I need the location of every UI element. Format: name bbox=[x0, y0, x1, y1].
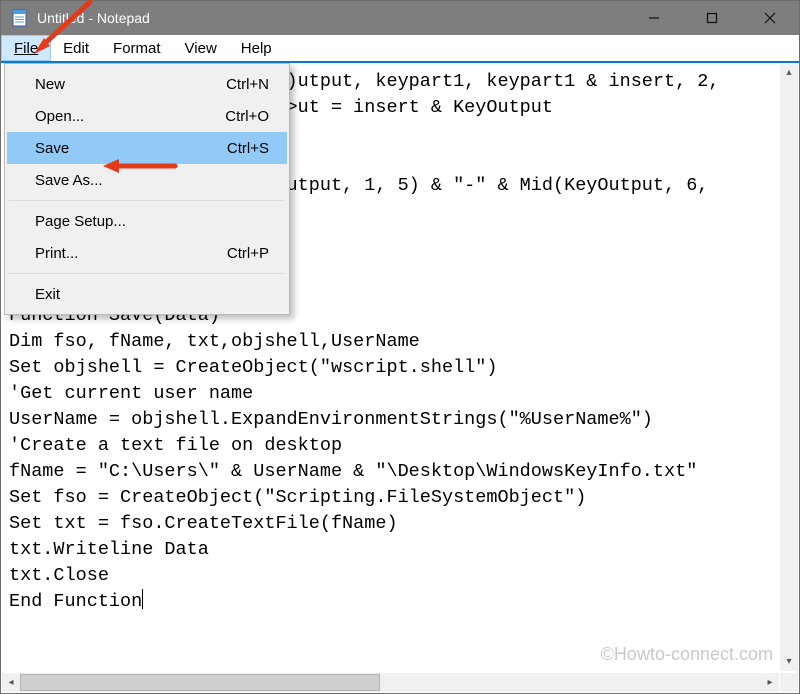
file-menu-exit[interactable]: Exit bbox=[7, 278, 287, 310]
menubar: File Edit Format View Help bbox=[1, 35, 799, 63]
menu-edit[interactable]: Edit bbox=[51, 35, 101, 61]
text-caret bbox=[142, 589, 143, 609]
notepad-icon bbox=[11, 9, 29, 27]
menu-file[interactable]: File bbox=[1, 35, 51, 61]
menu-format[interactable]: Format bbox=[101, 35, 173, 61]
vertical-scrollbar[interactable]: ▴ ▾ bbox=[780, 64, 798, 671]
menu-view[interactable]: View bbox=[173, 35, 229, 61]
horizontal-scrollbar[interactable]: ◂ ▸ bbox=[2, 673, 779, 692]
file-menu-dropdown: New Ctrl+N Open... Ctrl+O Save Ctrl+S Sa… bbox=[4, 63, 290, 315]
scroll-up-icon[interactable]: ▴ bbox=[780, 64, 798, 82]
minimize-button[interactable] bbox=[625, 1, 683, 35]
file-menu-save[interactable]: Save Ctrl+S bbox=[7, 132, 287, 164]
editor-area: )utput, keypart1, keypart1 & insert, 2, … bbox=[1, 63, 799, 693]
horizontal-scroll-thumb[interactable] bbox=[20, 674, 380, 691]
menu-help[interactable]: Help bbox=[229, 35, 284, 61]
file-menu-print[interactable]: Print... Ctrl+P bbox=[7, 237, 287, 269]
file-menu-open[interactable]: Open... Ctrl+O bbox=[7, 100, 287, 132]
notepad-window: Untitled - Notepad File Edit Format View… bbox=[0, 0, 800, 694]
close-button[interactable] bbox=[741, 1, 799, 35]
scroll-down-icon[interactable]: ▾ bbox=[780, 653, 798, 671]
file-menu-new[interactable]: New Ctrl+N bbox=[7, 68, 287, 100]
menu-separator bbox=[9, 273, 285, 274]
file-menu-page-setup[interactable]: Page Setup... bbox=[7, 205, 287, 237]
scrollbar-corner bbox=[780, 673, 798, 692]
maximize-button[interactable] bbox=[683, 1, 741, 35]
window-title: Untitled - Notepad bbox=[37, 10, 150, 26]
titlebar: Untitled - Notepad bbox=[1, 1, 799, 35]
scroll-left-icon[interactable]: ◂ bbox=[2, 673, 20, 692]
file-menu-save-as[interactable]: Save As... bbox=[7, 164, 287, 196]
menu-separator bbox=[9, 200, 285, 201]
scroll-right-icon[interactable]: ▸ bbox=[761, 673, 779, 692]
